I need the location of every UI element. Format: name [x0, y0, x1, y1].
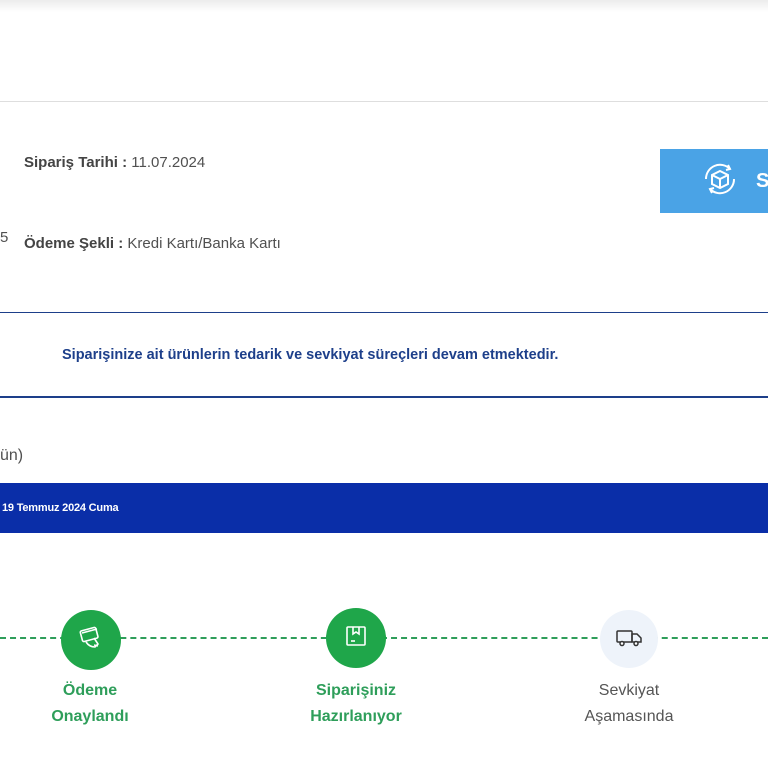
left-cut-digit: 5 — [0, 229, 9, 246]
step-order-preparing — [326, 608, 386, 668]
package-refresh-icon — [698, 157, 742, 206]
order-date-value: 11.07.2024 — [131, 154, 206, 171]
step-preparing-line2: Hazırlanıyor — [310, 708, 402, 725]
track-button-label: S — [756, 169, 768, 192]
step-payment-label: Ödeme Onaylandı — [10, 678, 170, 730]
payment-card-icon — [76, 623, 106, 658]
top-shade — [0, 0, 768, 12]
step-payment-approved — [61, 610, 121, 670]
step-preparing-label: Siparişiniz Hazırlanıyor — [276, 678, 436, 730]
notice-box: Siparişinize ait ürünlerin tedarik ve se… — [0, 312, 768, 398]
header-divider — [0, 101, 768, 102]
payment-method: Ödeme Şekli : Kredi Kartı/Banka Kartı — [24, 229, 294, 259]
step-shipping-line1: Sevkiyat — [598, 682, 660, 699]
payment-method-label: Ödeme Şekli : — [24, 235, 124, 252]
payment-method-value: Kredi Kartı/Banka Kartı — [127, 235, 281, 252]
delivery-truck-icon — [614, 622, 644, 657]
step-shipping — [600, 610, 658, 668]
package-box-icon — [341, 621, 371, 656]
notice-text: Siparişinize ait ürünlerin tedarik ve se… — [62, 347, 559, 363]
track-shipment-button[interactable]: S — [660, 149, 768, 213]
delivery-date-text: 19 Temmuz 2024 Cuma — [2, 502, 119, 514]
left-cut-text: ün) — [0, 447, 24, 464]
order-date: Sipariş Tarihi : 11.07.2024 — [24, 154, 205, 171]
step-shipping-line2: Aşamasında — [584, 708, 674, 725]
step-payment-line2: Onaylandı — [51, 708, 129, 725]
step-payment-line1: Ödeme — [62, 682, 118, 699]
delivery-date-bar: 19 Temmuz 2024 Cuma — [0, 483, 768, 533]
step-preparing-line1: Siparişiniz — [315, 682, 397, 699]
step-shipping-label: Sevkiyat Aşamasında — [549, 678, 709, 730]
order-date-label: Sipariş Tarihi : — [24, 154, 128, 171]
